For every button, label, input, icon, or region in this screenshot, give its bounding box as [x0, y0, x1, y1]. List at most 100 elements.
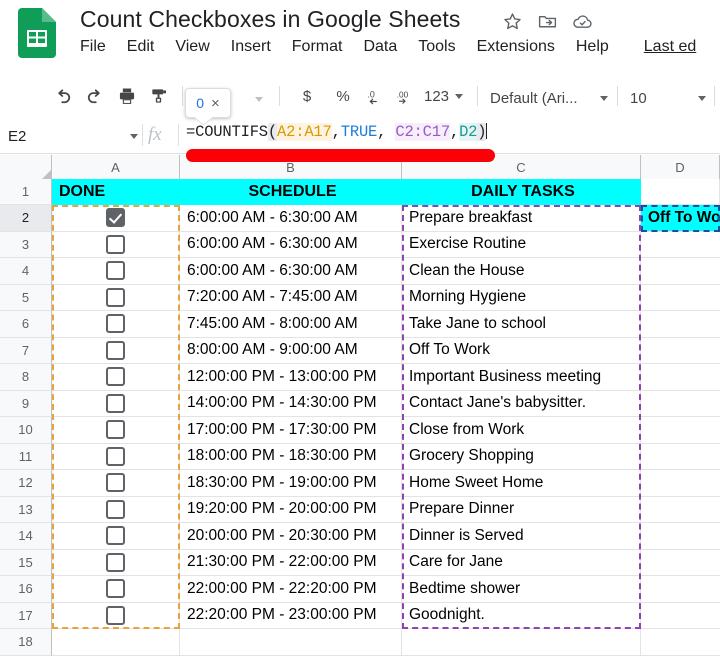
cell-d5[interactable] — [641, 284, 720, 311]
cell-d14[interactable] — [641, 523, 720, 550]
cell-a11[interactable] — [52, 443, 180, 470]
font-family-selector[interactable]: Default (Ari... — [490, 86, 608, 110]
star-icon[interactable] — [502, 11, 523, 32]
checkbox-unchecked-icon[interactable] — [106, 393, 125, 413]
row-header-6[interactable]: 6 — [0, 311, 52, 338]
row-header-1[interactable]: 1 — [0, 179, 52, 205]
checkbox-unchecked-icon[interactable] — [106, 287, 125, 307]
increase-decimal-icon[interactable]: .00 — [396, 85, 418, 107]
menu-item-tools[interactable]: Tools — [418, 38, 455, 56]
font-size-chevron-down-icon[interactable] — [698, 95, 706, 101]
number-format-button[interactable]: 123 — [424, 88, 449, 105]
undo-icon[interactable] — [52, 85, 74, 107]
cell-c5[interactable]: Morning Hygiene — [402, 284, 641, 311]
cell-d2[interactable]: Off To Wo — [641, 205, 720, 232]
cell-a15[interactable] — [52, 549, 180, 576]
cell-b8[interactable]: 12:00:00 PM - 13:00:00 PM — [180, 364, 402, 391]
font-size-selector[interactable]: 10 — [630, 86, 706, 110]
move-to-folder-icon[interactable] — [537, 11, 558, 32]
checkbox-unchecked-icon[interactable] — [106, 552, 125, 572]
font-family-chevron-down-icon[interactable] — [600, 95, 608, 101]
cell-c10[interactable]: Close from Work — [402, 417, 641, 444]
cell-d3[interactable] — [641, 231, 720, 258]
cell-a5[interactable] — [52, 284, 180, 311]
cell-d6[interactable] — [641, 311, 720, 338]
cell-a18[interactable] — [52, 629, 180, 656]
cell-d10[interactable] — [641, 417, 720, 444]
cell-c8[interactable]: Important Business meeting — [402, 364, 641, 391]
checkbox-unchecked-icon[interactable] — [106, 367, 125, 387]
cloud-saved-icon[interactable] — [572, 11, 593, 32]
cell-c18[interactable] — [402, 629, 641, 656]
formula-input[interactable]: =COUNTIFS(A2:A17,TRUE, C2:C17,D2) — [186, 123, 488, 141]
decrease-decimal-icon[interactable]: .0 — [366, 85, 388, 107]
cell-a10[interactable] — [52, 417, 180, 444]
last-edit-label[interactable]: Last ed — [644, 38, 696, 56]
menu-item-file[interactable]: File — [80, 38, 106, 56]
menu-item-extensions[interactable]: Extensions — [477, 38, 555, 56]
menu-item-format[interactable]: Format — [292, 38, 343, 56]
row-header-4[interactable]: 4 — [0, 258, 52, 285]
cell-c7[interactable]: Off To Work — [402, 337, 641, 364]
cell-b10[interactable]: 17:00:00 PM - 17:30:00 PM — [180, 417, 402, 444]
cell-c3[interactable]: Exercise Routine — [402, 231, 641, 258]
cell-b3[interactable]: 6:00:00 AM - 6:30:00 AM — [180, 231, 402, 258]
checkbox-unchecked-icon[interactable] — [106, 473, 125, 493]
row-header-10[interactable]: 10 — [0, 417, 52, 444]
select-all-corner[interactable] — [0, 155, 52, 179]
checkbox-unchecked-icon[interactable] — [106, 579, 125, 599]
cell-d9[interactable] — [641, 390, 720, 417]
paint-format-icon[interactable] — [148, 85, 170, 107]
cell-b12[interactable]: 18:30:00 PM - 19:00:00 PM — [180, 470, 402, 497]
row-header-11[interactable]: 11 — [0, 443, 52, 470]
checkbox-checked-icon[interactable] — [106, 208, 125, 228]
cell-c14[interactable]: Dinner is Served — [402, 523, 641, 550]
row-header-15[interactable]: 15 — [0, 549, 52, 576]
cell-c9[interactable]: Contact Jane's babysitter. — [402, 390, 641, 417]
cell-d18[interactable] — [641, 629, 720, 656]
name-box[interactable]: E2 — [8, 124, 138, 148]
cell-d12[interactable] — [641, 470, 720, 497]
cell-a8[interactable] — [52, 364, 180, 391]
redo-icon[interactable] — [84, 85, 106, 107]
checkbox-unchecked-icon[interactable] — [106, 526, 125, 546]
cell-c13[interactable]: Prepare Dinner — [402, 496, 641, 523]
row-header-9[interactable]: 9 — [0, 390, 52, 417]
cell-b11[interactable]: 18:00:00 PM - 18:30:00 PM — [180, 443, 402, 470]
cell-d13[interactable] — [641, 496, 720, 523]
cell-b13[interactable]: 19:20:00 PM - 20:00:00 PM — [180, 496, 402, 523]
cell-a9[interactable] — [52, 390, 180, 417]
checkbox-unchecked-icon[interactable] — [106, 605, 125, 625]
checkbox-unchecked-icon[interactable] — [106, 340, 125, 360]
column-header-d[interactable]: D — [641, 155, 720, 179]
cell-a14[interactable] — [52, 523, 180, 550]
cell-d4[interactable] — [641, 258, 720, 285]
row-header-3[interactable]: 3 — [0, 231, 52, 258]
header-cell-schedule[interactable]: SCHEDULE — [180, 179, 402, 205]
cell-b15[interactable]: 21:30:00 PM - 22:00:00 PM — [180, 549, 402, 576]
cell-d16[interactable] — [641, 576, 720, 603]
menu-item-help[interactable]: Help — [576, 38, 609, 56]
row-header-14[interactable]: 14 — [0, 523, 52, 550]
cell-b17[interactable]: 22:20:00 PM - 23:00:00 PM — [180, 602, 402, 629]
cell-a12[interactable] — [52, 470, 180, 497]
cell-c4[interactable]: Clean the House — [402, 258, 641, 285]
cell-a2[interactable] — [52, 205, 180, 232]
checkbox-unchecked-icon[interactable] — [106, 234, 125, 254]
header-cell-blank[interactable] — [641, 179, 720, 205]
print-icon[interactable] — [116, 85, 138, 107]
column-header-a[interactable]: A — [52, 155, 180, 179]
cell-a6[interactable] — [52, 311, 180, 338]
cell-c15[interactable]: Care for Jane — [402, 549, 641, 576]
close-icon[interactable]: × — [211, 96, 220, 111]
menu-item-data[interactable]: Data — [363, 38, 397, 56]
checkbox-unchecked-icon[interactable] — [106, 446, 125, 466]
cell-d15[interactable] — [641, 549, 720, 576]
cell-a17[interactable] — [52, 602, 180, 629]
cell-a7[interactable] — [52, 337, 180, 364]
document-title[interactable]: Count Checkboxes in Google Sheets — [80, 6, 460, 33]
cell-c6[interactable]: Take Jane to school — [402, 311, 641, 338]
currency-format-button[interactable]: $ — [296, 88, 318, 105]
cell-b14[interactable]: 20:00:00 PM - 20:30:00 PM — [180, 523, 402, 550]
cell-c17[interactable]: Goodnight. — [402, 602, 641, 629]
